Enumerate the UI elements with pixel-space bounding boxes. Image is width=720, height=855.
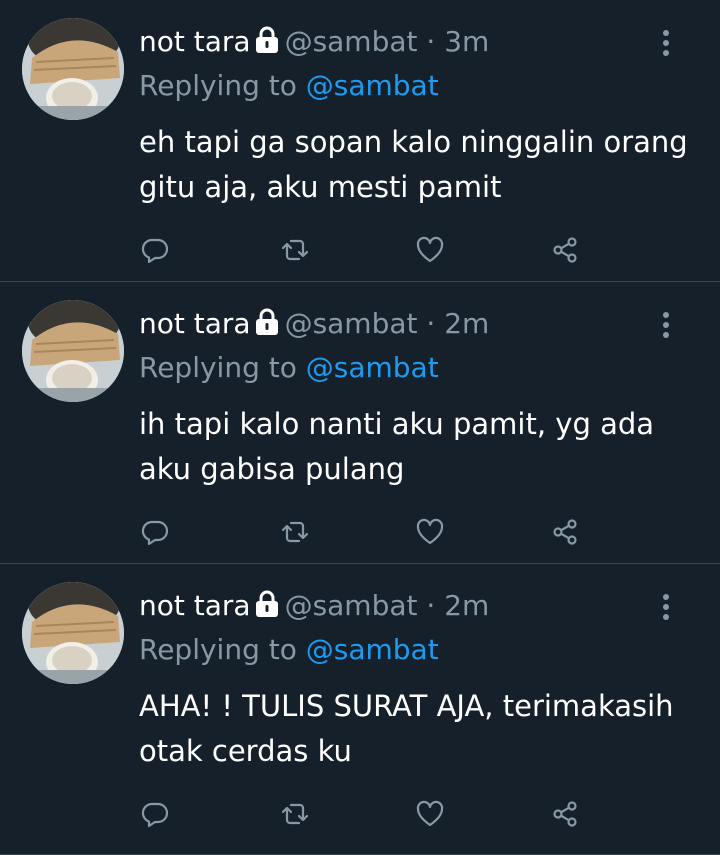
separator-dot: ·: [426, 25, 436, 58]
tweet-text: AHA! ! TULIS SURAT AJA, terimakasih otak…: [139, 689, 674, 768]
replying-to-mention[interactable]: @sambat: [306, 633, 439, 666]
separator-dot: ·: [426, 307, 436, 340]
tweet[interactable]: not tara @sambat · 3m Replying to @samba…: [0, 0, 720, 282]
share-icon: [553, 801, 577, 827]
replying-to-mention[interactable]: @sambat: [306, 351, 439, 384]
timestamp[interactable]: 3m: [444, 25, 489, 58]
reply-icon: [141, 520, 169, 546]
more-vertical-icon[interactable]: [656, 28, 676, 60]
share-button[interactable]: [545, 512, 585, 552]
retweet-icon: [281, 239, 309, 261]
user-handle[interactable]: @sambat: [285, 307, 418, 340]
heart-icon: [416, 236, 444, 263]
tweet-actions: [130, 230, 600, 270]
replying-to-mention[interactable]: @sambat: [306, 69, 439, 102]
tweet-actions: [130, 794, 600, 834]
more-vertical-icon[interactable]: [656, 592, 676, 624]
tweet[interactable]: not tara @sambat · 2m Replying to @samba…: [0, 564, 720, 855]
retweet-button[interactable]: [275, 512, 315, 552]
like-button[interactable]: [410, 230, 450, 270]
retweet-button[interactable]: [275, 230, 315, 270]
reply-icon: [141, 802, 169, 828]
user-handle[interactable]: @sambat: [285, 589, 418, 622]
user-handle[interactable]: @sambat: [285, 25, 418, 58]
reply-button[interactable]: [135, 230, 175, 270]
reply-icon: [141, 238, 169, 264]
lock-icon: [253, 307, 281, 335]
reply-button[interactable]: [135, 794, 175, 834]
heart-icon: [416, 800, 444, 827]
tweet-actions: [130, 512, 600, 552]
replying-to-label: Replying to: [139, 69, 297, 102]
tweet[interactable]: not tara @sambat · 2m Replying to @samba…: [0, 282, 720, 564]
share-icon: [553, 237, 577, 263]
replying-to-label: Replying to: [139, 351, 297, 384]
tweet-header: not tara @sambat · 2m: [139, 586, 489, 626]
share-button[interactable]: [545, 794, 585, 834]
avatar[interactable]: [22, 18, 124, 120]
like-button[interactable]: [410, 794, 450, 834]
tweet-header: not tara @sambat · 2m: [139, 304, 489, 344]
replying-to: Replying to @sambat: [139, 630, 439, 670]
tweet-text: ih tapi kalo nanti aku pamit, yg ada aku…: [139, 407, 655, 486]
replying-to: Replying to @sambat: [139, 348, 439, 388]
display-name[interactable]: not tara: [139, 589, 251, 622]
replying-to: Replying to @sambat: [139, 66, 439, 106]
like-button[interactable]: [410, 512, 450, 552]
avatar[interactable]: [22, 300, 124, 402]
more-vertical-icon[interactable]: [656, 310, 676, 342]
lock-icon: [253, 25, 281, 53]
tweet-text: eh tapi ga sopan kalo ninggalin orang gi…: [139, 125, 688, 204]
heart-icon: [416, 518, 444, 545]
retweet-icon: [281, 803, 309, 825]
retweet-button[interactable]: [275, 794, 315, 834]
lock-icon: [253, 589, 281, 617]
share-button[interactable]: [545, 230, 585, 270]
timestamp[interactable]: 2m: [444, 307, 489, 340]
timestamp[interactable]: 2m: [444, 589, 489, 622]
tweet-header: not tara @sambat · 3m: [139, 22, 489, 62]
share-icon: [553, 519, 577, 545]
display-name[interactable]: not tara: [139, 25, 251, 58]
replying-to-label: Replying to: [139, 633, 297, 666]
reply-thread: not tara @sambat · 3m Replying to @samba…: [0, 0, 720, 855]
retweet-icon: [281, 521, 309, 543]
avatar[interactable]: [22, 582, 124, 684]
display-name[interactable]: not tara: [139, 307, 251, 340]
separator-dot: ·: [426, 589, 436, 622]
reply-button[interactable]: [135, 512, 175, 552]
